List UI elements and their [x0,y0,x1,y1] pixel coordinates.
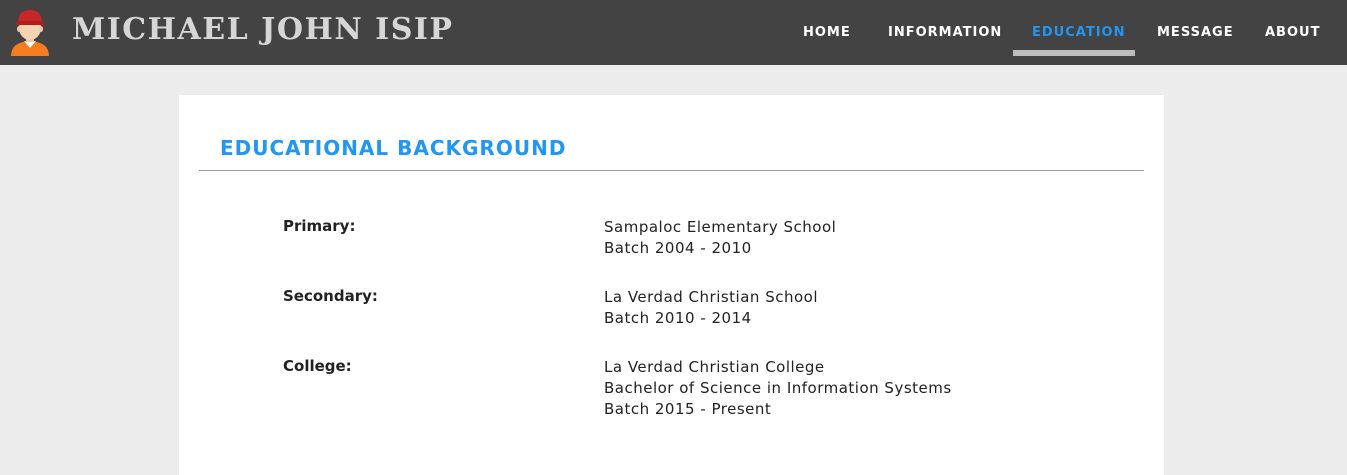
nav-information[interactable]: INFORMATION [888,25,1002,40]
batch-years: Batch 2004 - 2010 [604,239,752,257]
education-details: Sampaloc Elementary School Batch 2004 - … [604,217,836,259]
school-name: Sampaloc Elementary School [604,218,837,236]
batch-years: Batch 2010 - 2014 [604,309,752,327]
degree-program: Bachelor of Science in Information Syste… [604,379,952,397]
section-divider [199,170,1144,171]
main-nav: HOME INFORMATION EDUCATION MESSAGE ABOUT [787,0,1347,65]
school-name: La Verdad Christian School [604,288,818,306]
nav-message[interactable]: MESSAGE [1157,25,1234,40]
top-navbar: MICHAEL JOHN ISIP HOME INFORMATION EDUCA… [0,0,1347,65]
batch-years: Batch 2015 - Present [604,400,772,418]
education-level-label: Secondary: [283,287,378,305]
nav-active-indicator [1013,50,1135,56]
education-details: La Verdad Christian College Bachelor of … [604,357,952,420]
nav-education[interactable]: EDUCATION [1032,25,1125,40]
education-level-label: College: [283,357,352,375]
nav-home[interactable]: HOME [803,25,851,40]
user-avatar-icon [11,10,49,56]
section-title: EDUCATIONAL BACKGROUND [220,136,567,160]
education-card: EDUCATIONAL BACKGROUND Primary: Sampaloc… [179,95,1164,475]
education-details: La Verdad Christian School Batch 2010 - … [604,287,818,329]
education-level-label: Primary: [283,217,356,235]
school-name: La Verdad Christian College [604,358,825,376]
site-title: MICHAEL JOHN ISIP [72,12,454,47]
nav-about[interactable]: ABOUT [1265,25,1320,40]
